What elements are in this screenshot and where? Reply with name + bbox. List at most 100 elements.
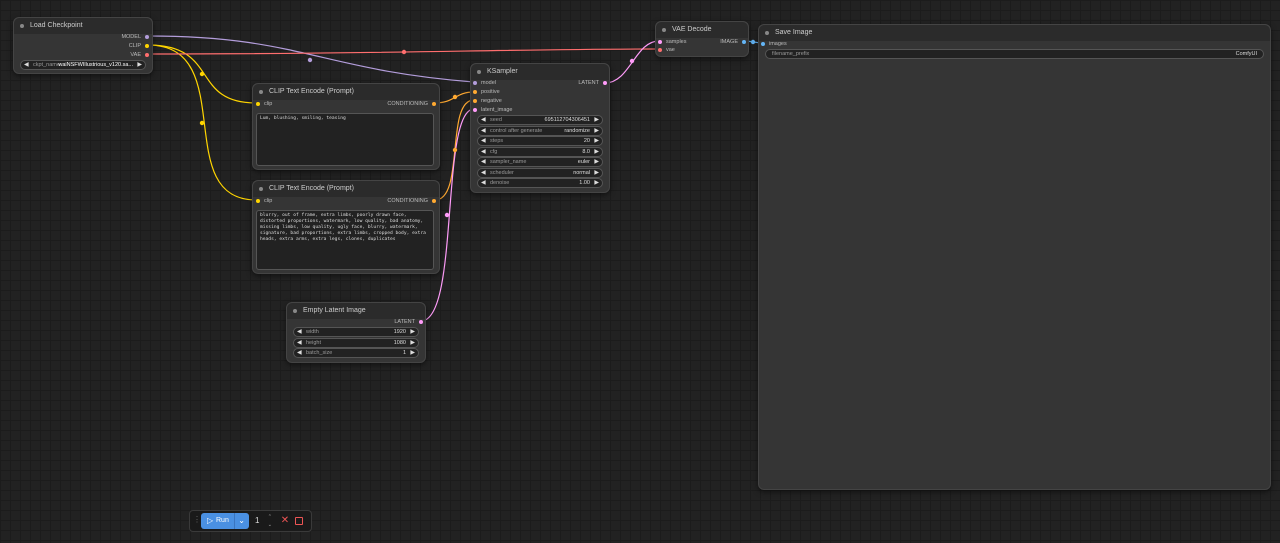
conditioning-pin-icon[interactable] — [432, 101, 436, 106]
clip-pin-icon[interactable] — [256, 198, 260, 203]
node-title-bar[interactable]: Empty Latent Image — [287, 303, 425, 319]
clip-pin-icon[interactable] — [145, 43, 149, 48]
output-vae[interactable]: VAE — [130, 51, 149, 59]
seed-widget[interactable]: ◀ seed 695112704306451 ▶ — [477, 115, 603, 125]
arrow-left-icon[interactable]: ◀ — [481, 137, 486, 145]
arrow-right-icon[interactable]: ▶ — [410, 328, 415, 336]
input-vae[interactable]: vae — [658, 46, 675, 54]
prompt-text-input[interactable]: Lum, blushing, smiling, teasing — [256, 113, 434, 166]
model-pin-icon[interactable] — [145, 34, 149, 39]
latent-pin-icon[interactable] — [473, 107, 477, 112]
batch-size-widget[interactable]: ◀ batch_size 1 ▶ — [293, 348, 419, 358]
empty-latent-image-node[interactable]: Empty Latent Image LATENT ◀ width 1920 ▶ ◀ h… — [286, 302, 426, 363]
prompt-text-input[interactable]: blurry, out of frame, extra limbs, poorl… — [256, 210, 434, 270]
arrow-left-icon[interactable]: ◀ — [481, 158, 486, 166]
output-latent[interactable]: LATENT — [394, 318, 423, 326]
collapse-dot-icon[interactable] — [20, 24, 24, 28]
save-image-node[interactable]: Save Image images filename_prefix ComfyU… — [758, 24, 1271, 490]
collapse-dot-icon[interactable] — [259, 90, 263, 94]
sampler-name-widget[interactable]: ◀ sampler_name euler ▶ — [477, 157, 603, 167]
image-pin-icon[interactable] — [761, 41, 765, 46]
arrow-right-icon[interactable]: ▶ — [410, 349, 415, 357]
arrow-left-icon[interactable]: ◀ — [481, 127, 486, 135]
control-after-generate-widget[interactable]: ◀ control after generate randomize ▶ — [477, 125, 603, 136]
latent-pin-icon[interactable] — [603, 80, 607, 85]
latent-pin-icon[interactable] — [658, 39, 662, 44]
arrow-left-icon[interactable]: ◀ — [297, 328, 302, 336]
arrow-right-icon[interactable]: ▶ — [137, 61, 142, 69]
node-title-bar[interactable]: CLIP Text Encode (Prompt) — [253, 181, 439, 197]
arrow-left-icon[interactable]: ◀ — [297, 339, 302, 347]
conditioning-pin-icon[interactable] — [473, 89, 477, 94]
width-widget[interactable]: ◀ width 1920 ▶ — [293, 327, 419, 337]
stepper-arrows-icon[interactable]: ⌃ ⌄ — [268, 513, 272, 529]
height-widget[interactable]: ◀ height 1080 ▶ — [293, 337, 419, 348]
output-conditioning[interactable]: CONDITIONING — [387, 100, 436, 108]
image-pin-icon[interactable] — [742, 39, 746, 44]
arrow-left-icon[interactable]: ◀ — [481, 148, 486, 156]
clip-text-encode-negative-node[interactable]: CLIP Text Encode (Prompt) clip CONDITION… — [252, 180, 440, 274]
conditioning-pin-icon[interactable] — [473, 98, 477, 103]
arrow-right-icon[interactable]: ▶ — [594, 148, 599, 156]
input-samples[interactable]: samples — [658, 38, 686, 46]
vae-decode-node[interactable]: VAE Decode samples IMAGE vae — [655, 21, 749, 57]
collapse-dot-icon[interactable] — [477, 70, 481, 74]
scheduler-widget[interactable]: ◀ scheduler normal ▶ — [477, 167, 603, 178]
collapse-dot-icon[interactable] — [259, 187, 263, 191]
output-clip[interactable]: CLIP — [129, 42, 149, 50]
arrow-right-icon[interactable]: ▶ — [594, 158, 599, 166]
arrow-left-icon[interactable]: ◀ — [481, 169, 486, 177]
input-images[interactable]: images — [761, 40, 787, 48]
arrow-right-icon[interactable]: ▶ — [594, 169, 599, 177]
node-title-bar[interactable]: CLIP Text Encode (Prompt) — [253, 84, 439, 100]
arrow-right-icon[interactable]: ▶ — [410, 339, 415, 347]
wire-positive — [434, 91, 475, 104]
latent-pin-icon[interactable] — [419, 319, 423, 324]
clip-text-encode-positive-node[interactable]: CLIP Text Encode (Prompt) clip CONDITION… — [252, 83, 440, 170]
collapse-dot-icon[interactable] — [293, 309, 297, 313]
denoise-widget[interactable]: ◀ denoise 1.00 ▶ — [477, 178, 603, 188]
arrow-left-icon[interactable]: ◀ — [297, 349, 302, 357]
clip-pin-icon[interactable] — [256, 101, 260, 106]
output-image[interactable]: IMAGE — [720, 38, 746, 46]
node-title-bar[interactable]: Save Image — [759, 25, 1270, 41]
output-latent[interactable]: LATENT — [578, 79, 607, 87]
drag-handle-icon[interactable]: ⋮ — [193, 516, 201, 524]
filename-prefix-input[interactable]: filename_prefix ComfyUI — [765, 49, 1264, 59]
conditioning-pin-icon[interactable] — [432, 198, 436, 203]
steps-widget[interactable]: ◀ steps 20 ▶ — [477, 136, 603, 146]
node-title-bar[interactable]: KSampler — [471, 64, 609, 80]
arrow-right-icon[interactable]: ▶ — [594, 137, 599, 145]
run-button[interactable]: ▷ Run ⌄ — [201, 513, 249, 529]
input-clip[interactable]: clip — [256, 197, 272, 205]
arrow-left-icon[interactable]: ◀ — [481, 179, 486, 187]
output-model[interactable]: MODEL — [121, 33, 149, 41]
batch-count-input[interactable]: 1 ⌃ ⌄ — [252, 513, 272, 529]
vae-pin-icon[interactable] — [658, 47, 662, 52]
collapse-dot-icon[interactable] — [662, 28, 666, 32]
input-latent-image[interactable]: latent_image — [473, 106, 513, 114]
model-pin-icon[interactable] — [473, 80, 477, 85]
cfg-widget[interactable]: ◀ cfg 8.0 ▶ — [477, 146, 603, 157]
arrow-right-icon[interactable]: ▶ — [594, 127, 599, 135]
input-model[interactable]: model — [473, 79, 496, 87]
node-title-bar[interactable]: VAE Decode — [656, 22, 748, 38]
queue-run-bar[interactable]: ⋮ ▷ Run ⌄ 1 ⌃ ⌄ ✕ — [189, 510, 312, 532]
input-clip[interactable]: clip — [256, 100, 272, 108]
arrow-left-icon[interactable]: ◀ — [24, 61, 29, 69]
load-checkpoint-node[interactable]: Load Checkpoint MODEL CLIP VAE ◀ ckpt_na… — [13, 17, 153, 74]
arrow-left-icon[interactable]: ◀ — [481, 116, 486, 124]
output-conditioning[interactable]: CONDITIONING — [387, 197, 436, 205]
chevron-down-icon[interactable]: ⌄ — [234, 513, 245, 529]
arrow-right-icon[interactable]: ▶ — [594, 179, 599, 187]
ksampler-node[interactable]: KSampler model LATENT positive negative … — [470, 63, 610, 193]
ckpt-name-combo[interactable]: ◀ ckpt_name waiNSFWIllustrious_v120.sa..… — [20, 60, 146, 70]
cancel-button[interactable]: ✕ — [278, 513, 292, 529]
clear-queue-button[interactable] — [295, 517, 303, 525]
vae-pin-icon[interactable] — [145, 52, 149, 57]
input-positive[interactable]: positive — [473, 88, 500, 96]
input-negative[interactable]: negative — [473, 97, 502, 105]
node-title-bar[interactable]: Load Checkpoint — [14, 18, 152, 34]
collapse-dot-icon[interactable] — [765, 31, 769, 35]
arrow-right-icon[interactable]: ▶ — [594, 116, 599, 124]
